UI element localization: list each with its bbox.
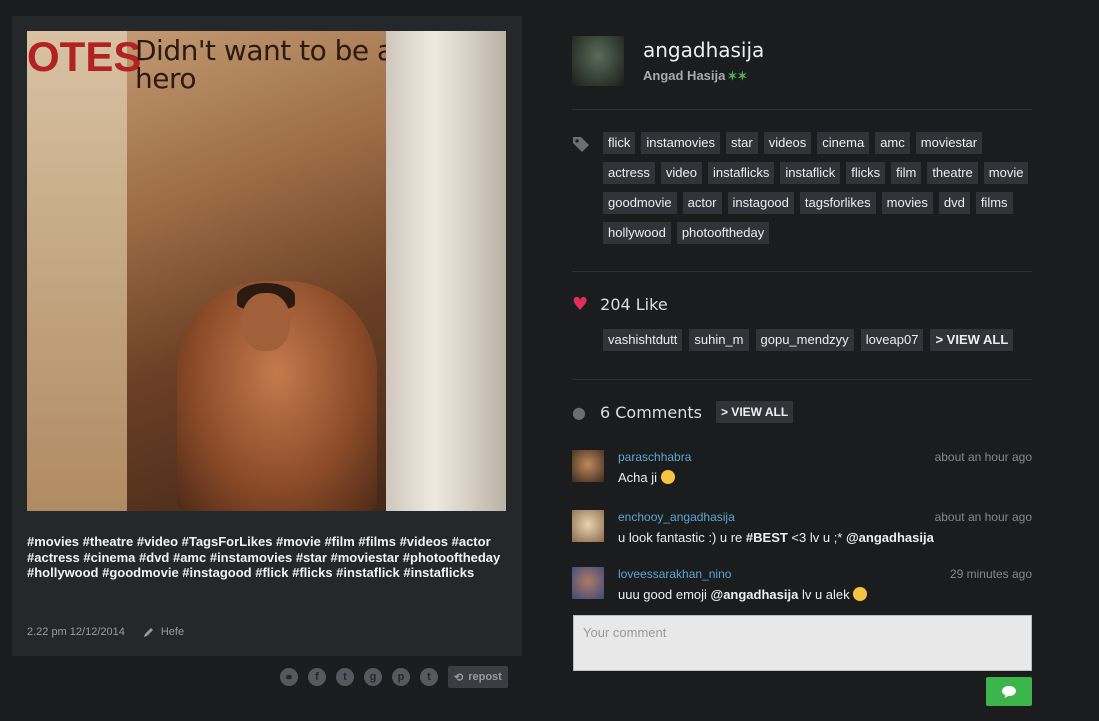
- comment-text-body: Acha ji: [618, 470, 658, 485]
- tag-item[interactable]: flick: [603, 132, 636, 154]
- post-photo[interactable]: OTES Didn't want to be a film hero: [27, 31, 506, 511]
- comment-count: 6 Comments: [599, 402, 702, 422]
- magazine-strip: [27, 31, 127, 511]
- tag-item[interactable]: actor: [682, 192, 722, 214]
- tag-item[interactable]: instamovies: [641, 132, 721, 154]
- like-count: 204 Like: [600, 295, 668, 314]
- repost-button[interactable]: ⟲ repost: [448, 666, 508, 688]
- post-meta: 2.22 pm 12/12/2014 Hefe: [27, 626, 184, 638]
- comment-username[interactable]: loveessarakhan_nino: [618, 567, 731, 581]
- tag-item[interactable]: instaflick: [780, 162, 841, 184]
- heart-icon[interactable]: ♥: [572, 294, 588, 315]
- comments-header: ● 6 Comments > VIEW ALL: [572, 401, 794, 423]
- tumblr-icon[interactable]: t: [420, 668, 438, 686]
- tag-item[interactable]: goodmovie: [603, 192, 677, 214]
- profile-fullname: Angad Hasija ✶✶: [643, 68, 747, 83]
- liker-list: vashishtdutt suhin_m gopu_mendzyy loveap…: [603, 329, 1014, 351]
- comment-text: uuu good emoji @angadhasija lv u alek: [618, 587, 868, 602]
- twitter-icon[interactable]: t: [336, 668, 354, 686]
- link-icon[interactable]: ⚭: [280, 668, 298, 686]
- comment-input[interactable]: Your comment: [573, 615, 1032, 671]
- figure-face: [242, 293, 290, 351]
- repost-label: repost: [468, 671, 502, 683]
- tag-item[interactable]: movies: [881, 192, 933, 214]
- avatar[interactable]: [572, 510, 604, 542]
- surprised-emoji-icon: [660, 470, 675, 484]
- mention-link[interactable]: @angadhasija: [846, 530, 934, 545]
- send-comment-button[interactable]: [986, 677, 1032, 706]
- comment-time: 29 minutes ago: [949, 567, 1032, 581]
- tag-item[interactable]: movie: [983, 162, 1029, 184]
- comment-time: about an hour ago: [934, 510, 1032, 524]
- tag-item[interactable]: videos: [763, 132, 812, 154]
- comment-username[interactable]: enchooy_angadhasija: [618, 510, 735, 524]
- share-bar: ⚭ f t g p t ⟲ repost: [280, 666, 508, 688]
- tag-item[interactable]: theatre: [927, 162, 978, 184]
- profile-username[interactable]: angadhasija: [643, 38, 764, 62]
- comments-view-all-button[interactable]: > VIEW ALL: [715, 401, 794, 423]
- tag-item[interactable]: video: [660, 162, 702, 184]
- tag-item[interactable]: actress: [603, 162, 655, 184]
- post-card: OTES Didn't want to be a film hero #movi…: [12, 16, 522, 656]
- liker-item[interactable]: suhin_m: [689, 329, 749, 351]
- likes-row: ♥ 204 Like: [572, 294, 668, 315]
- tag-item[interactable]: cinema: [817, 132, 870, 154]
- divider: [572, 379, 1032, 380]
- tag-item[interactable]: flicks: [846, 162, 886, 184]
- speech-bubble-icon: ●: [572, 402, 586, 422]
- tag-item[interactable]: film: [891, 162, 922, 184]
- tag-icon: [572, 136, 590, 152]
- profile-avatar[interactable]: [572, 36, 624, 86]
- tag-item[interactable]: moviestar: [915, 132, 983, 154]
- tag-item[interactable]: films: [975, 192, 1013, 214]
- hashtag-link[interactable]: #BEST: [746, 530, 788, 545]
- avatar[interactable]: [572, 450, 604, 482]
- tag-item[interactable]: dvd: [938, 192, 970, 214]
- likes-view-all-button[interactable]: > VIEW ALL: [930, 329, 1014, 351]
- post-caption: #movies #theatre #video #TagsForLikes #m…: [27, 534, 501, 580]
- comment-time: about an hour ago: [934, 450, 1032, 464]
- tag-item[interactable]: photooftheday: [676, 222, 770, 244]
- comment-text-body: lv u alek: [798, 587, 850, 602]
- comment-text-body: uuu good emoji: [618, 587, 711, 602]
- tag-list: flick instamovies star videos cinema amc movie…: [603, 132, 1033, 244]
- googleplus-icon[interactable]: g: [364, 668, 382, 686]
- comment-text-body: u look fantastic :) u re: [618, 530, 746, 545]
- post-timestamp: 2.22 pm 12/12/2014: [27, 626, 125, 638]
- liker-item[interactable]: vashishtdutt: [603, 329, 683, 351]
- mention-link[interactable]: @angadhasija: [711, 587, 799, 602]
- divider: [572, 271, 1032, 272]
- avatar[interactable]: [572, 567, 604, 599]
- facebook-icon[interactable]: f: [308, 668, 326, 686]
- liker-item[interactable]: gopu_mendzyy: [755, 329, 854, 351]
- pencil-icon: [143, 628, 153, 637]
- pinterest-icon[interactable]: p: [392, 668, 410, 686]
- liker-item[interactable]: loveap07: [860, 329, 924, 351]
- magazine-red-text: OTES: [27, 33, 142, 80]
- tag-item[interactable]: tagsforlikes: [799, 192, 876, 214]
- filter-name: Hefe: [160, 626, 185, 638]
- tag-item[interactable]: instagood: [727, 192, 794, 214]
- profile-fullname-text: Angad Hasija: [643, 68, 726, 83]
- smile-emoji-icon: [853, 587, 868, 601]
- post-filter: Hefe: [143, 626, 184, 638]
- divider: [572, 109, 1032, 110]
- tag-item[interactable]: instaflicks: [707, 162, 775, 184]
- comment-text: Acha ji: [618, 470, 675, 485]
- tag-item[interactable]: star: [726, 132, 758, 154]
- chat-icon: [1002, 685, 1016, 698]
- repost-icon: ⟲: [454, 671, 464, 684]
- tag-item[interactable]: hollywood: [603, 222, 671, 244]
- comment-text-body: <3 lv u ;*: [787, 530, 846, 545]
- tag-item[interactable]: amc: [875, 132, 910, 154]
- magazine-page: [386, 31, 506, 511]
- comment-username[interactable]: paraschhabra: [618, 450, 691, 464]
- palm-emoji-icon: ✶✶: [727, 69, 748, 83]
- comment-text: u look fantastic :) u re #BEST <3 lv u ;…: [618, 530, 934, 545]
